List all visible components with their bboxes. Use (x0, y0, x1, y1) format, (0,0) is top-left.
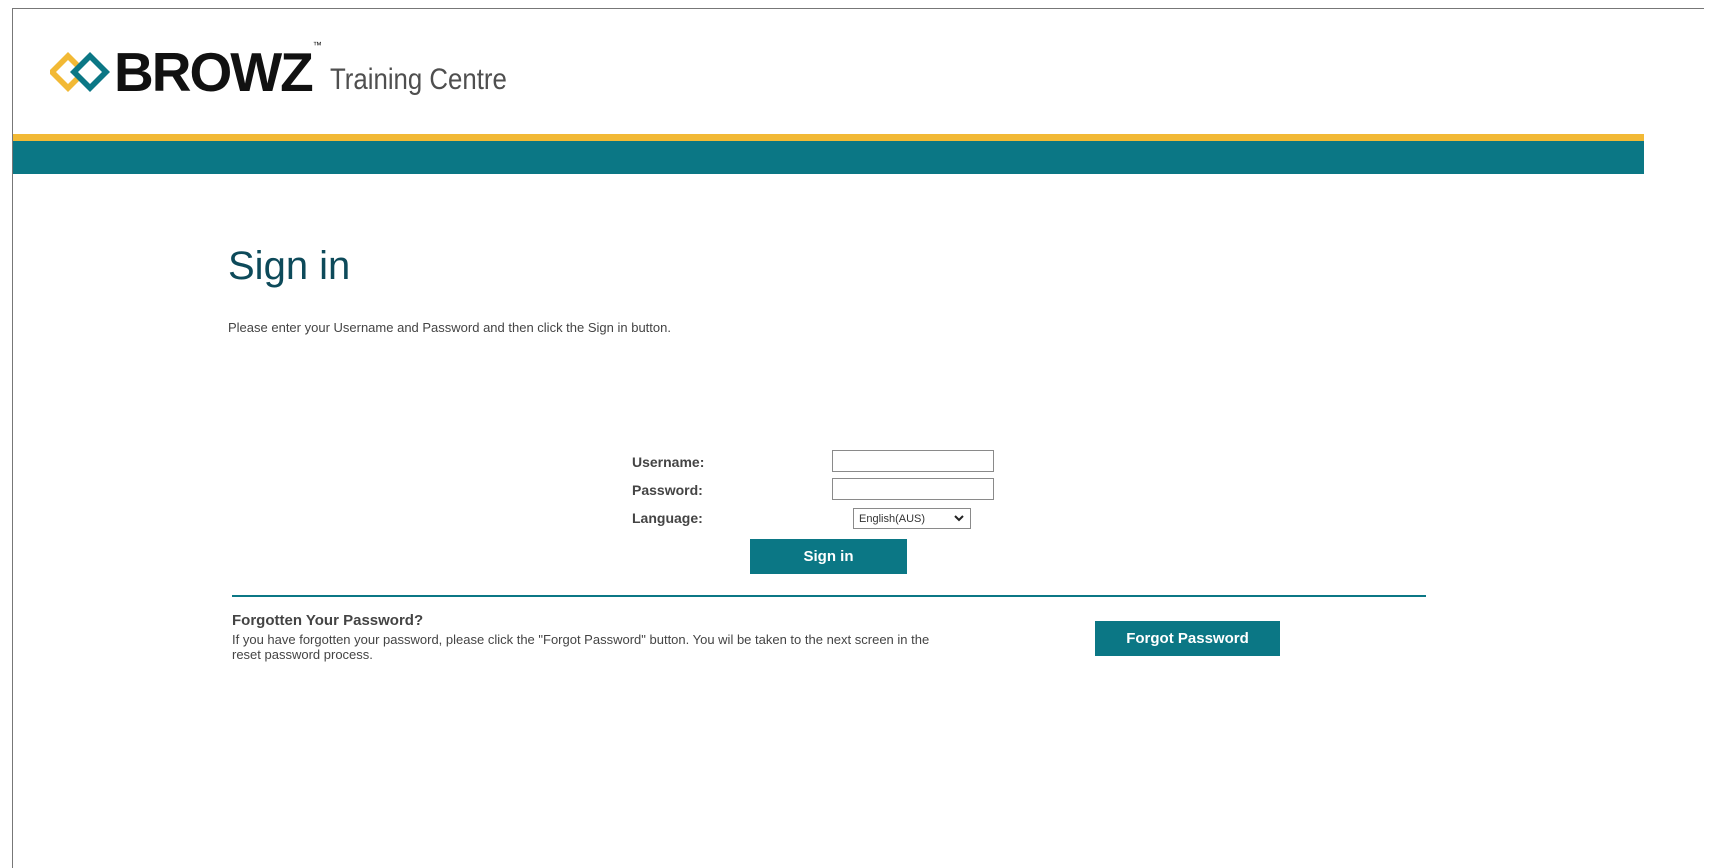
password-input[interactable] (832, 478, 994, 500)
logo-brand-text: BROWZ (114, 41, 314, 103)
language-label: Language: (632, 510, 703, 526)
forgot-password-description: If you have forgotten your password, ple… (232, 632, 930, 662)
trademark-symbol: ™ (312, 40, 322, 50)
signin-button[interactable]: Sign in (750, 539, 907, 574)
header-teal-band (13, 141, 1644, 174)
username-input[interactable] (832, 450, 994, 472)
browz-logo[interactable]: BROWZ ™ Training Centre (50, 38, 535, 103)
page-title: Sign in (228, 244, 351, 288)
forgot-password-button[interactable]: Forgot Password (1095, 621, 1280, 656)
header-gold-stripe (13, 134, 1644, 141)
language-selected-value: English(AUS) (859, 512, 926, 525)
section-divider (232, 595, 1426, 597)
username-label: Username: (632, 454, 705, 470)
signin-instructions: Please enter your Username and Password … (228, 320, 671, 335)
language-select[interactable]: English(AUS) (853, 508, 971, 529)
forgot-password-heading: Forgotten Your Password? (232, 612, 424, 629)
logo-subtitle: Training Centre (329, 63, 507, 96)
password-label: Password: (632, 482, 703, 498)
chevron-down-icon (954, 515, 964, 522)
browz-diamond-logo-icon (50, 52, 110, 92)
